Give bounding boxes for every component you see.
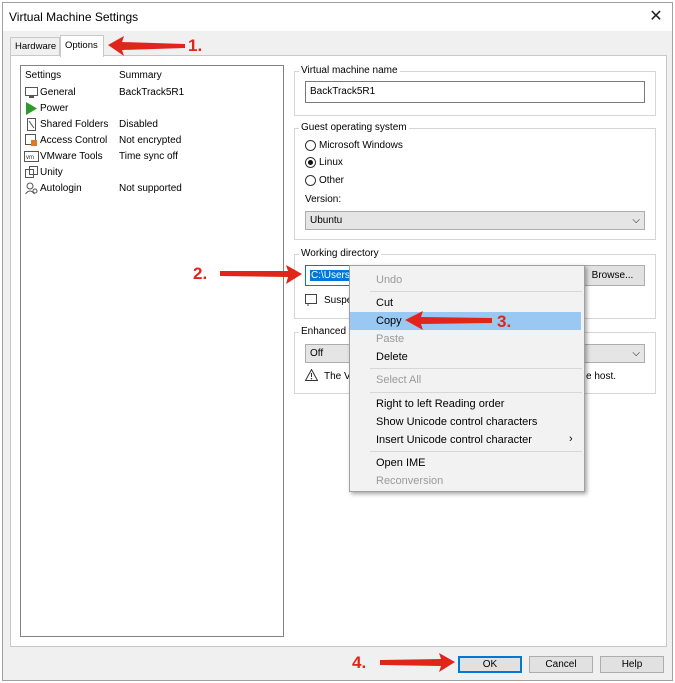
help-button[interactable]: Help: [600, 656, 664, 673]
list-item-label: Autologin: [40, 183, 82, 194]
list-item-power[interactable]: Power: [24, 102, 280, 117]
vm-name-input[interactable]: BackTrack5R1: [305, 81, 645, 103]
menu-item-copy[interactable]: Copy: [376, 315, 402, 327]
list-item-access-control[interactable]: Access Control Not encrypted: [24, 134, 280, 149]
tab-options[interactable]: Options: [60, 35, 104, 57]
guest-os-group-title: Guest operating system: [299, 122, 409, 133]
working-directory-selected-text: C:\Users\: [310, 270, 354, 281]
vmware-tools-icon: vm: [24, 151, 39, 162]
menu-item-cut[interactable]: Cut: [376, 297, 393, 309]
annotation-label-3: 3.: [497, 312, 512, 331]
radio-other[interactable]: [305, 175, 316, 186]
annotation-label-4: 4.: [352, 653, 367, 672]
list-item-summary: Not encrypted: [119, 135, 182, 146]
radio-label-linux[interactable]: Linux: [319, 157, 343, 168]
vm-name-group-title: Virtual machine name: [299, 65, 400, 76]
working-directory-group-title: Working directory: [299, 248, 381, 259]
annotation-label-1: 1.: [188, 36, 203, 55]
list-item-label: Unity: [40, 167, 63, 178]
browse-button[interactable]: Browse...: [580, 265, 645, 286]
unity-icon: [25, 166, 38, 178]
user-key-icon: [25, 182, 38, 195]
menu-item-paste[interactable]: Paste: [376, 333, 404, 345]
list-item-shared-folders[interactable]: Shared Folders Disabled: [24, 118, 280, 133]
list-item-summary: Not supported: [119, 183, 182, 194]
chevron-down-icon: ⌵: [632, 348, 640, 359]
menu-separator: [370, 291, 582, 292]
shared-folder-icon: [27, 118, 36, 131]
menu-item-open-ime[interactable]: Open IME: [376, 457, 426, 469]
window-title: Virtual Machine Settings: [9, 10, 139, 24]
menu-separator: [370, 368, 582, 369]
tab-hardware[interactable]: Hardware: [10, 37, 60, 55]
menu-item-undo[interactable]: Undo: [376, 274, 402, 286]
list-item-label: General: [40, 87, 76, 98]
list-item-label: Power: [40, 103, 69, 114]
version-label: Version:: [305, 194, 342, 205]
radio-label-microsoft-windows[interactable]: Microsoft Windows: [319, 140, 403, 151]
enhanced-group-title: Enhanced k: [299, 326, 356, 337]
menu-item-rtl-reading-order[interactable]: Right to left Reading order: [376, 398, 504, 410]
list-item-summary: BackTrack5R1: [119, 87, 185, 98]
list-item-summary: Time sync off: [119, 151, 178, 162]
list-item-label: VMware Tools: [40, 151, 103, 162]
chevron-down-icon: ⌵: [632, 215, 640, 226]
list-item-summary: Disabled: [119, 119, 158, 130]
svg-text:vm: vm: [26, 155, 34, 161]
radio-microsoft-windows[interactable]: [305, 140, 316, 151]
lock-icon: [25, 134, 37, 146]
list-item-autologin[interactable]: Autologin Not supported: [24, 182, 280, 197]
menu-item-select-all[interactable]: Select All: [376, 374, 421, 386]
menu-item-reconversion[interactable]: Reconversion: [376, 475, 443, 487]
list-item-vmware-tools[interactable]: vm VMware Tools Time sync off: [24, 150, 280, 165]
menu-item-insert-unicode[interactable]: Insert Unicode control character: [376, 434, 532, 446]
warning-text-right: e host.: [586, 371, 617, 382]
enhanced-select-value: Off: [310, 348, 324, 359]
list-item-unity[interactable]: Unity: [24, 166, 280, 181]
list-item-label: Shared Folders: [40, 119, 109, 130]
list-item-label: Access Control: [40, 135, 108, 146]
cancel-button[interactable]: Cancel: [529, 656, 593, 673]
column-header-settings[interactable]: Settings: [25, 70, 61, 81]
ok-button[interactable]: OK: [458, 656, 522, 673]
radio-label-other[interactable]: Other: [319, 175, 344, 186]
version-select[interactable]: Ubuntu ⌵: [305, 211, 645, 230]
menu-item-delete[interactable]: Delete: [376, 351, 408, 363]
chevron-right-icon: ›: [569, 433, 573, 445]
close-icon[interactable]: ✕: [649, 6, 663, 26]
menu-item-show-unicode[interactable]: Show Unicode control characters: [376, 416, 537, 428]
annotation-label-2: 2.: [193, 264, 208, 283]
column-header-summary[interactable]: Summary: [119, 70, 162, 81]
menu-separator: [370, 392, 582, 393]
warning-text-left: The V: [324, 371, 351, 382]
radio-linux[interactable]: [305, 157, 316, 168]
power-play-icon: [26, 102, 37, 115]
monitor-icon: [25, 87, 38, 98]
menu-separator: [370, 451, 582, 452]
warning-icon: [304, 368, 319, 384]
suspend-info-icon: [305, 294, 317, 306]
list-item-general[interactable]: General BackTrack5R1: [24, 86, 280, 101]
version-select-value: Ubuntu: [310, 215, 343, 226]
